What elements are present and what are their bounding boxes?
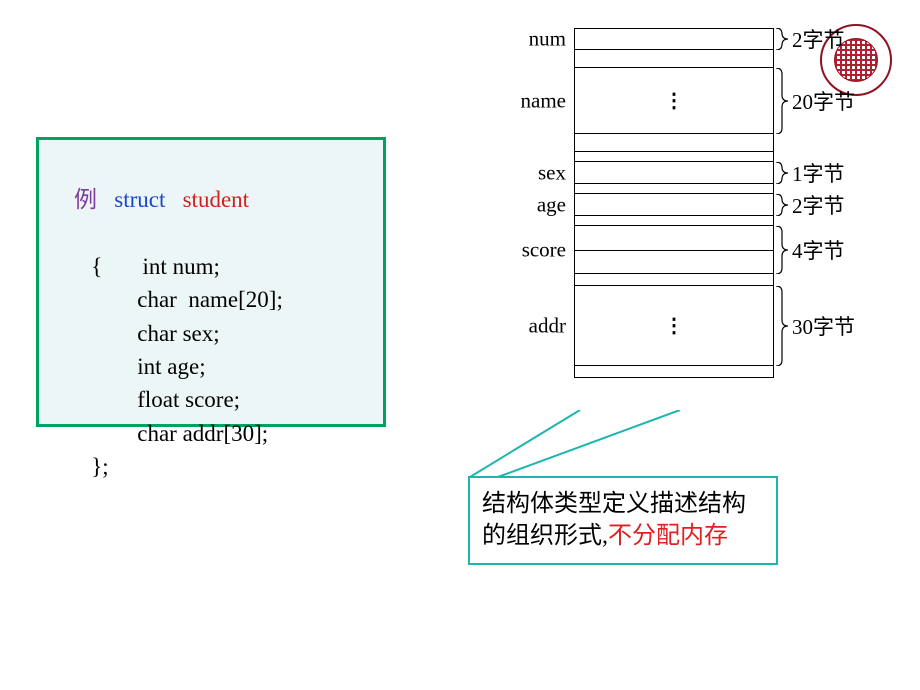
memory-label: num	[529, 27, 566, 52]
memory-label: addr	[529, 314, 566, 339]
memory-label: age	[537, 193, 566, 218]
memory-field-addr: ⋮addr30字节	[574, 274, 774, 378]
callout-line-1: 结构体类型定义描述结构	[482, 488, 764, 520]
memory-size-label: 2字节	[792, 24, 845, 54]
code-line-5: float score;	[51, 383, 371, 416]
memory-field-num: num2字节	[574, 28, 774, 50]
memory-field-score: score4字节	[574, 216, 774, 274]
memory-size-label: 2字节	[792, 190, 845, 220]
callout-note-box: 结构体类型定义描述结构 的组织形式,不分配内存	[468, 476, 778, 565]
memory-label: sex	[538, 161, 566, 186]
code-line-header: 例 struct student	[51, 150, 371, 250]
memory-size-label: 4字节	[792, 235, 845, 265]
memory-label: score	[522, 238, 566, 263]
struct-name: student	[183, 187, 249, 212]
code-line-open: { int num;	[51, 250, 371, 283]
code-line-close: };	[51, 450, 371, 483]
memory-field-name: ⋮name20字节	[574, 50, 774, 152]
memory-size-label: 30字节	[792, 311, 855, 341]
memory-size-label: 1字节	[792, 158, 845, 188]
code-line-6: char addr[30];	[51, 417, 371, 450]
code-line-4: int age;	[51, 350, 371, 383]
memory-layout-diagram: num2字节⋮name20字节sex1字节age2字节score4字节⋮addr…	[574, 28, 774, 378]
code-line-2: char name[20];	[51, 283, 371, 316]
code-example-box: 例 struct student { int num; char name[20…	[36, 137, 386, 427]
example-label: 例	[74, 187, 97, 212]
memory-field-sex: sex1字节	[574, 152, 774, 184]
callout-line-2: 的组织形式,不分配内存	[482, 520, 764, 552]
callout-emphasis: 不分配内存	[608, 523, 728, 549]
memory-label: name	[521, 89, 566, 114]
memory-size-label: 20字节	[792, 86, 855, 116]
keyword-struct: struct	[114, 187, 165, 212]
memory-field-age: age2字节	[574, 184, 774, 216]
code-line-3: char sex;	[51, 317, 371, 350]
